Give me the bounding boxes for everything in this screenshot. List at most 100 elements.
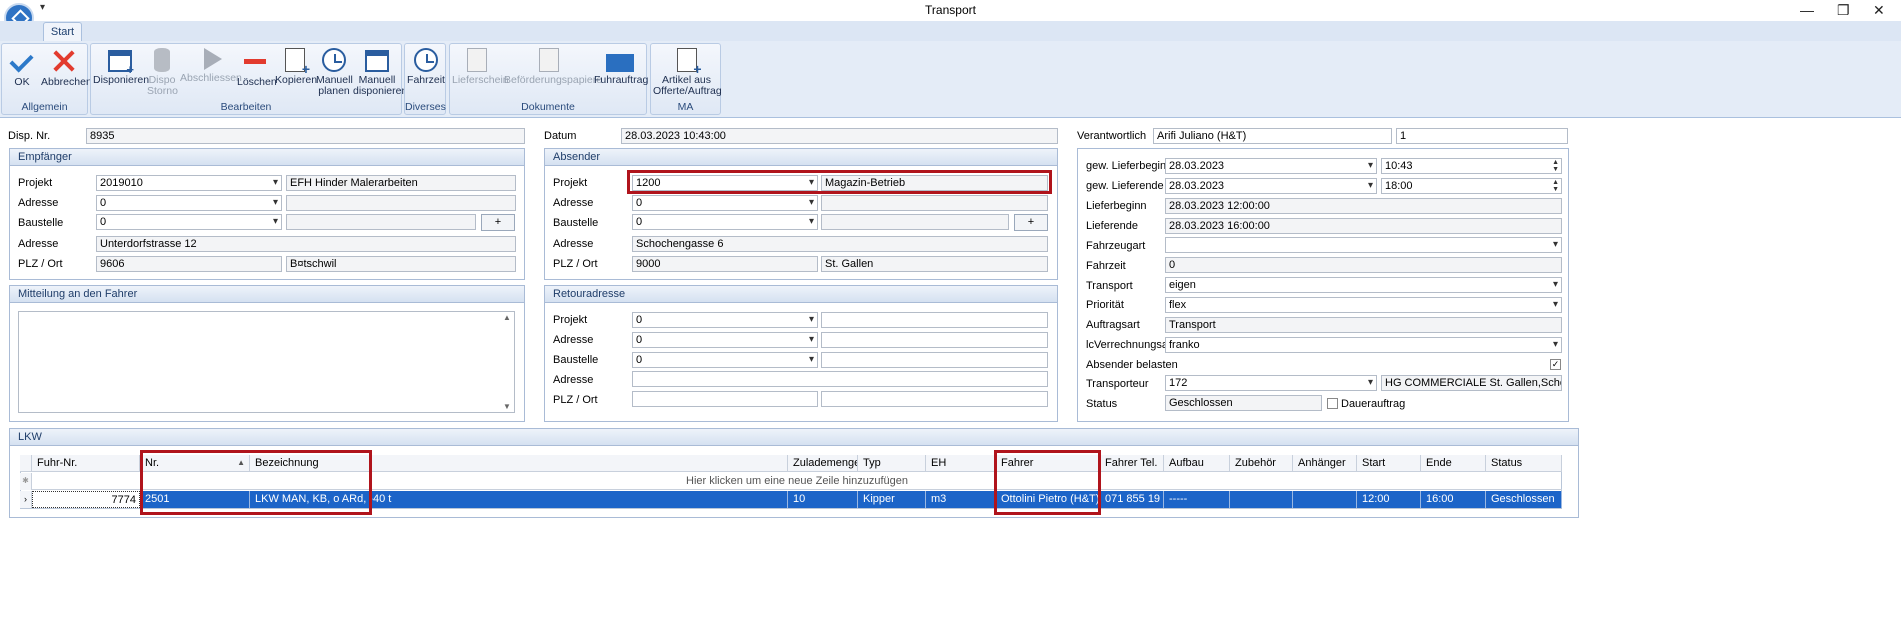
manuell-planen-button[interactable]: Manuell planen (316, 48, 353, 97)
prioritaet-select[interactable]: flex (1165, 297, 1562, 313)
cell-eh[interactable]: m3 (926, 491, 996, 508)
gew-lieferende-time-value: 18:00 (1385, 180, 1413, 192)
col-header-aufbau[interactable]: Aufbau (1164, 455, 1230, 472)
lieferschein-button[interactable]: Lieferschein (452, 48, 509, 86)
absender-plz-field: 9000 (632, 256, 818, 272)
col-header-fahrer-tel[interactable]: Fahrer Tel. (1100, 455, 1164, 472)
cell-aufbau[interactable]: ----- (1164, 491, 1230, 508)
col-header-eh[interactable]: EH (926, 455, 996, 472)
cell-start[interactable]: 12:00 (1357, 491, 1421, 508)
verantwortlich-label: Verantwortlich (1077, 130, 1147, 142)
datum-label: Datum (544, 130, 577, 142)
loeschen-button[interactable]: Löschen (237, 48, 277, 88)
document-add-icon: + (676, 48, 702, 76)
gew-lieferbeginn-time-value: 10:43 (1385, 160, 1413, 172)
retour-plz-field[interactable] (632, 391, 818, 407)
checkmark-icon (9, 48, 35, 74)
restore-icon[interactable]: ❐ (1837, 2, 1850, 19)
absender-adresse-name (821, 195, 1048, 211)
manuell-disponieren-button[interactable]: Manuell disponieren (353, 48, 407, 97)
cell-typ[interactable]: Kipper (858, 491, 926, 508)
time-spinner-icon[interactable]: ▲ ▼ (1552, 179, 1559, 193)
befoerderungspapiere-button[interactable]: Beförderungspapiere (504, 48, 602, 86)
col-header-typ[interactable]: Typ (858, 455, 926, 472)
transport-select[interactable]: eigen (1165, 277, 1562, 293)
absender-adresse2-label: Adresse (553, 238, 594, 250)
cell-anhaenger[interactable] (1293, 491, 1357, 508)
empfaenger-projekt-select[interactable]: 2019010 (96, 175, 282, 191)
empfaenger-adresse-select[interactable]: 0 (96, 195, 282, 211)
minimize-icon[interactable]: — (1800, 2, 1814, 18)
retour-baustelle-label: Baustelle (553, 354, 599, 366)
manuell-disponieren-label-2: disponieren (353, 85, 408, 97)
cell-fahrer-tel[interactable]: 071 855 19 64 (1100, 491, 1164, 508)
highlight-lkw-nr-bezeichnung (140, 450, 372, 515)
group-label-ma: MA (677, 101, 694, 113)
col-header-status[interactable]: Status (1486, 455, 1562, 472)
absender-belasten-checkbox[interactable]: ✓ (1550, 359, 1561, 370)
mitteilung-textarea[interactable] (18, 311, 515, 413)
col-header-start[interactable]: Start (1357, 455, 1421, 472)
absender-baustelle-select[interactable]: 0 (632, 214, 818, 230)
absender-add-baustelle-button[interactable]: + (1014, 214, 1048, 231)
datum-field[interactable]: 28.03.2023 10:43:00 (621, 128, 1058, 144)
disp-nr-field[interactable]: 8935 (86, 128, 525, 144)
transporteur-select[interactable]: 172 (1165, 375, 1377, 391)
col-header-fuhr-nr[interactable]: Fuhr-Nr. (32, 455, 140, 472)
empfaenger-ort-field: B¤tschwil (286, 256, 516, 272)
abschliessen-button[interactable]: Abschliessen (180, 48, 242, 84)
calendar-add-icon: + (108, 50, 134, 76)
verantwortlich-nr-field[interactable]: 1 (1396, 128, 1568, 144)
document-copy-icon: + (285, 48, 310, 76)
close-icon[interactable]: ✕ (1873, 2, 1885, 19)
col-header-zuladememenge[interactable]: Zulademenge (788, 455, 858, 472)
gew-lieferende-date[interactable]: 28.03.2023 (1165, 178, 1377, 194)
retour-adresse-name[interactable] (821, 332, 1048, 348)
disponieren-button[interactable]: + Disponieren (93, 48, 149, 86)
cell-ende[interactable]: 16:00 (1421, 491, 1486, 508)
highlight-lkw-fahrer (994, 450, 1101, 515)
empfaenger-baustelle-label: Baustelle (18, 217, 64, 229)
fahrzeugart-select[interactable] (1165, 237, 1562, 253)
row-selector-icon[interactable]: › (20, 491, 32, 508)
window-title: Transport (925, 3, 976, 17)
retour-baustelle-name[interactable] (821, 352, 1048, 368)
dauerauftrag-checkbox[interactable] (1327, 398, 1338, 409)
ok-button[interactable]: OK (6, 48, 38, 88)
scroll-down-icon[interactable]: ▼ (503, 402, 511, 411)
cell-zuladememenge[interactable]: 10 (788, 491, 858, 508)
fahrzeugart-label: Fahrzeugart (1086, 240, 1146, 252)
absender-projekt-label: Projekt (553, 177, 588, 189)
artikel-aus-offerte-button[interactable]: + Artikel aus Offerte/Auftrag (653, 48, 722, 97)
retour-adresse-select[interactable]: 0 (632, 332, 818, 348)
cell-zubehoer[interactable] (1230, 491, 1293, 508)
tab-start[interactable]: Start (43, 22, 82, 42)
verantwortlich-field[interactable]: Arifi Juliano (H&T) (1153, 128, 1392, 144)
quick-access-dropdown-icon[interactable]: ▾ (40, 2, 45, 13)
col-header-zubehoer[interactable]: Zubehör (1230, 455, 1293, 472)
gew-lieferbeginn-date[interactable]: 28.03.2023 (1165, 158, 1377, 174)
retour-projekt-select[interactable]: 0 (632, 312, 818, 328)
kopieren-button[interactable]: + Kopieren (275, 48, 317, 86)
retour-projekt-name[interactable] (821, 312, 1048, 328)
gew-lieferbeginn-time[interactable]: 10:43 ▲ ▼ (1381, 158, 1562, 174)
time-spinner-icon[interactable]: ▲ ▼ (1552, 159, 1559, 173)
cancel-x-icon (51, 48, 77, 74)
gew-lieferende-time[interactable]: 18:00 ▲ ▼ (1381, 178, 1562, 194)
dispo-storno-button[interactable]: Dispo Storno (147, 48, 178, 97)
retour-baustelle-select[interactable]: 0 (632, 352, 818, 368)
absender-adresse-select[interactable]: 0 (632, 195, 818, 211)
fuhrauftrag-button[interactable]: Fuhrauftrag (594, 48, 648, 86)
verrechnungsart-select[interactable]: franko (1165, 337, 1562, 353)
empfaenger-baustelle-select[interactable]: 0 (96, 214, 282, 230)
cell-fuhr-nr[interactable]: 7774 (32, 491, 140, 508)
abbrechen-button[interactable]: Abbrechen (41, 48, 92, 88)
retour-ort-field[interactable] (821, 391, 1048, 407)
col-header-anhaenger[interactable]: Anhänger (1293, 455, 1357, 472)
fahrzeit-button[interactable]: Fahrzeit (407, 48, 445, 86)
empfaenger-add-baustelle-button[interactable]: + (481, 214, 515, 231)
col-header-ende[interactable]: Ende (1421, 455, 1486, 472)
scroll-up-icon[interactable]: ▲ (503, 313, 511, 322)
cell-status[interactable]: Geschlossen (1486, 491, 1562, 508)
retour-strasse-field[interactable] (632, 371, 1048, 387)
